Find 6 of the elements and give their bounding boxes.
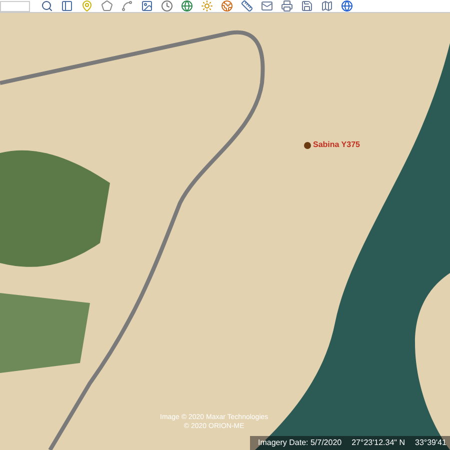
search-field[interactable] (0, 0, 30, 12)
longitude-text: 33°39'41 (415, 437, 446, 449)
latitude-text: 27°23'12.34" N (352, 437, 405, 449)
imagery-date: Imagery Date: 5/7/2020 (258, 437, 342, 449)
placemark-icon[interactable] (304, 142, 311, 148)
placemark-label: Sabina Y375 (313, 139, 360, 151)
